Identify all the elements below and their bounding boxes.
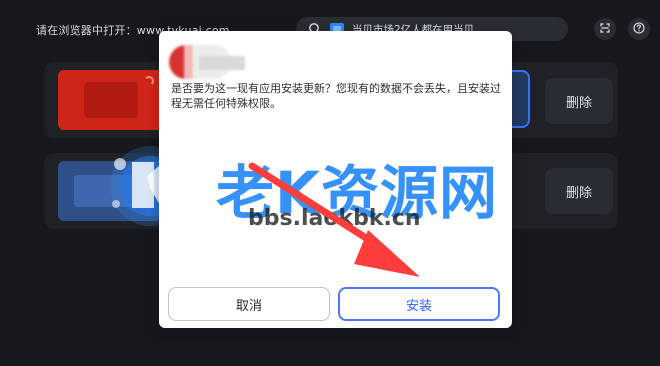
- scan-icon: [599, 22, 611, 37]
- help-icon: [633, 21, 645, 37]
- app-thumbnail: [58, 70, 164, 130]
- install-dialog: 是否要为这一现有应用安装更新？您现有的数据不会丢失，且安装过程无需任何特殊权限。…: [159, 31, 512, 328]
- delete-button[interactable]: 删除: [545, 168, 613, 214]
- app-name-placeholder: [199, 56, 245, 70]
- wifi-icon: [144, 76, 154, 86]
- help-button[interactable]: [628, 18, 650, 40]
- delete-button[interactable]: 删除: [545, 78, 613, 124]
- dialog-message: 是否要为这一现有应用安装更新？您现有的数据不会丢失，且安装过程无需任何特殊权限。: [171, 82, 501, 110]
- app-manager-screen: 请在浏览器中打开：www.tvkuai.com 当贝市场2亿人都在用当贝 删除 …: [0, 0, 660, 366]
- app-thumbnail-panel: [74, 175, 146, 207]
- cancel-button[interactable]: 取消: [168, 287, 330, 321]
- app-thumbnail-panel: [84, 82, 138, 118]
- app-thumbnail: [58, 161, 164, 221]
- dialog-actions: 取消 安装: [159, 287, 512, 327]
- dialog-app-header: [169, 45, 289, 79]
- scan-button[interactable]: [594, 18, 616, 40]
- install-button[interactable]: 安装: [338, 287, 500, 321]
